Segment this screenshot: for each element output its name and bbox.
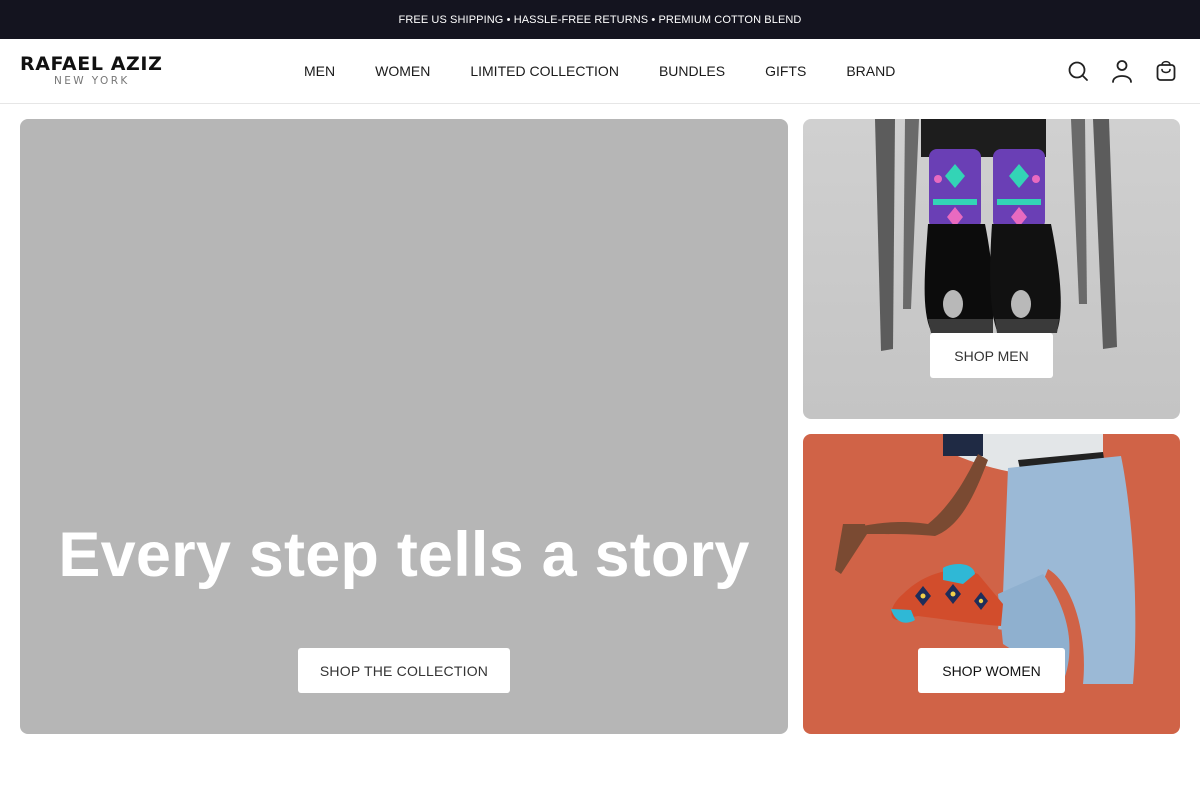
nav-item-gifts[interactable]: GIFTS [765, 63, 806, 79]
men-card[interactable]: SHOP MEN [803, 119, 1180, 419]
nav-item-bundles[interactable]: BUNDLES [659, 63, 725, 79]
nav-item-women[interactable]: WOMEN [375, 63, 430, 79]
main-nav: MEN WOMEN LIMITED COLLECTION BUNDLES GIF… [304, 39, 895, 103]
announcement-bar: FREE US SHIPPING • HASSLE-FREE RETURNS •… [0, 0, 1200, 39]
site-header: RAFAEL AZIZ NEW YORK MEN WOMEN LIMITED C… [0, 39, 1200, 104]
cart-icon[interactable] [1154, 59, 1178, 83]
shop-men-button[interactable]: SHOP MEN [930, 333, 1053, 378]
shop-women-button[interactable]: SHOP WOMEN [918, 648, 1065, 693]
search-icon[interactable] [1066, 59, 1090, 83]
announcement-text: FREE US SHIPPING • HASSLE-FREE RETURNS •… [398, 13, 802, 26]
women-card[interactable]: SHOP WOMEN [803, 434, 1180, 734]
nav-item-brand[interactable]: BRAND [846, 63, 895, 79]
shop-collection-button[interactable]: SHOP THE COLLECTION [298, 648, 510, 693]
nav-item-men[interactable]: MEN [304, 63, 335, 79]
brand-logo[interactable]: RAFAEL AZIZ NEW YORK [20, 54, 180, 88]
account-icon[interactable] [1110, 59, 1134, 83]
header-icons [1046, 39, 1178, 103]
brand-name: RAFAEL AZIZ [20, 53, 163, 75]
hero-banner: Every step tells a story SHOP THE COLLEC… [20, 119, 788, 734]
nav-item-limited-collection[interactable]: LIMITED COLLECTION [470, 63, 619, 79]
hero-title: Every step tells a story [58, 520, 750, 590]
brand-location: NEW YORK [54, 75, 130, 87]
